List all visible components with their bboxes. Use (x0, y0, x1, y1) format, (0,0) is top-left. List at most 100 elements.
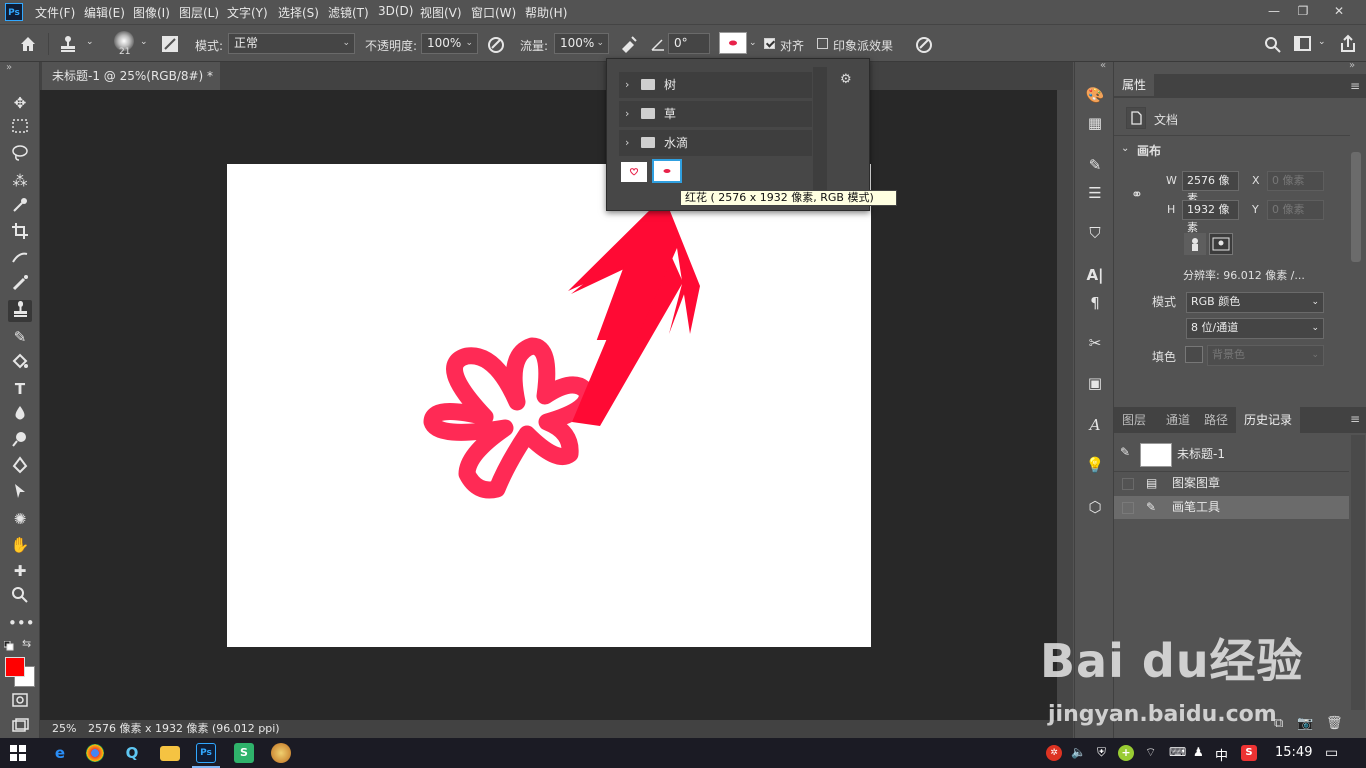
notification-tray-icon[interactable]: ♟ (1193, 745, 1204, 759)
windows-start-icon[interactable] (10, 745, 26, 761)
collapse-tools-icon[interactable]: » (6, 62, 12, 73)
crop-tool-icon[interactable] (8, 222, 32, 244)
path-selection-tool-icon[interactable] (8, 482, 32, 504)
photoshop-taskbar-icon[interactable]: Ps (196, 743, 216, 763)
blur-tool-icon[interactable] (8, 404, 32, 426)
menu-window[interactable]: 窗口(W) (471, 4, 516, 21)
minimize-button[interactable]: — (1261, 2, 1287, 20)
history-step-brush[interactable]: ✎ 画笔工具 (1114, 496, 1349, 519)
security-tray-icon[interactable]: ⛨ (1097, 745, 1106, 760)
paint-bucket-tool-icon[interactable] (8, 352, 32, 374)
pattern-group-water-drop[interactable]: › 水滴 (619, 130, 812, 156)
menu-file[interactable]: 文件(F) (35, 4, 75, 21)
search-icon[interactable] (1263, 33, 1283, 55)
sogou-ime-icon[interactable]: S (1241, 745, 1257, 761)
workspace-icon[interactable] (1293, 33, 1313, 55)
zoom-level[interactable]: 25% (52, 720, 76, 738)
layer-comps-panel-icon[interactable]: ▣ (1084, 372, 1106, 394)
clone-stamp-tool-icon[interactable] (8, 300, 32, 322)
menu-view[interactable]: 视图(V) (420, 4, 462, 21)
wps-sheets-icon[interactable]: S (234, 743, 254, 763)
move-tool-icon[interactable]: ✥ (8, 92, 32, 114)
pressure-opacity-icon[interactable] (486, 33, 506, 55)
magic-wand-tool-icon[interactable]: ⁂ (8, 170, 32, 192)
app-icon[interactable] (271, 743, 291, 763)
glyphs-panel-icon[interactable]: A (1084, 414, 1106, 436)
fill-swatch[interactable] (1185, 346, 1203, 363)
workspace-chevron-icon[interactable]: ⌄ (1318, 37, 1326, 47)
menu-help[interactable]: 帮助(H) (525, 4, 567, 21)
update-tray-icon[interactable]: + (1118, 745, 1134, 761)
landscape-orientation-icon[interactable] (1209, 233, 1233, 255)
menu-edit[interactable]: 编辑(E) (84, 4, 125, 21)
type-tool-icon[interactable]: T (8, 378, 32, 400)
antivirus-tray-icon[interactable]: ✲ (1046, 745, 1062, 761)
home-icon[interactable] (18, 33, 38, 55)
paragraph-panel-icon[interactable]: ¶ (1084, 292, 1106, 314)
angle-input[interactable]: 0° (668, 33, 710, 54)
brush-tool-icon[interactable] (8, 274, 32, 296)
pattern-thumbnail-heart[interactable] (621, 162, 647, 182)
action-center-icon[interactable]: ▭ (1325, 745, 1338, 761)
share-icon[interactable] (1338, 33, 1358, 55)
custom-shape-tool-icon[interactable]: ✺ (8, 508, 32, 530)
link-icon[interactable]: ⚭ (1131, 187, 1143, 203)
wifi-icon[interactable]: ⌔ (1145, 745, 1156, 760)
screen-mode-icon[interactable] (8, 718, 32, 740)
chevron-down-icon[interactable]: ⌄ (86, 37, 94, 47)
collapse-right-icon[interactable]: » (1349, 60, 1355, 71)
stamp-preset-icon[interactable] (57, 33, 81, 55)
network-tray-icon[interactable]: ⌨ (1169, 745, 1186, 759)
ie-browser-icon[interactable]: e (50, 743, 70, 763)
airbrush-icon[interactable] (618, 33, 640, 55)
mode-select[interactable]: 正常 ⌄ (228, 33, 355, 54)
hand-tool-icon[interactable]: ✋ (8, 534, 32, 556)
camera-icon[interactable]: 📷 (1297, 716, 1313, 731)
pen-tool-icon[interactable] (8, 456, 32, 478)
history-step-pattern-stamp[interactable]: ▤ 图案图章 (1114, 472, 1349, 495)
pattern-group-grass[interactable]: › 草 (619, 101, 812, 127)
height-input[interactable]: 1932 像素 (1182, 200, 1239, 234)
trash-icon[interactable]: 🗑 (1326, 716, 1343, 731)
brush-chevron-icon[interactable]: ⌄ (140, 37, 148, 47)
opacity-input[interactable]: 100% ⌄ (421, 33, 478, 54)
brush-settings-icon[interactable] (160, 33, 180, 55)
character-panel-icon[interactable]: A| (1084, 264, 1106, 286)
restore-button[interactable]: ❐ (1290, 2, 1316, 20)
adjustments-panel-icon[interactable]: ☰ (1084, 182, 1106, 204)
document-tab[interactable]: 未标题-1 @ 25%(RGB/8#) * × (42, 62, 220, 111)
marquee-tool-icon[interactable] (8, 118, 32, 140)
history-menu-icon[interactable]: ≡ (1350, 412, 1360, 426)
history-scrollbar[interactable] (1351, 435, 1365, 710)
pattern-chevron-icon[interactable]: ⌄ (749, 38, 757, 48)
volume-icon[interactable]: 🔈 (1071, 745, 1086, 759)
foreground-color-swatch[interactable] (5, 657, 25, 677)
clone-source-panel-icon[interactable]: ⛉ (1084, 222, 1106, 244)
menu-3d[interactable]: 3D(D) (378, 4, 413, 18)
brush-settings-panel-icon[interactable]: ✎ (1084, 154, 1106, 176)
pattern-swatch[interactable] (719, 32, 747, 54)
3d-panel-icon[interactable]: ⬡ (1084, 496, 1106, 518)
swatches-panel-icon[interactable]: ▦ (1084, 112, 1106, 134)
menu-image[interactable]: 图像(I) (133, 4, 170, 21)
menu-filter[interactable]: 滤镜(T) (328, 4, 369, 21)
collapse-panels-icon[interactable]: « (1100, 60, 1106, 71)
quick-mask-icon[interactable] (8, 692, 32, 714)
impressionist-checkbox[interactable] (817, 38, 828, 49)
status-chevron-icon[interactable]: › (262, 720, 266, 738)
ime-indicator[interactable]: 中 (1215, 745, 1228, 764)
learn-panel-icon[interactable]: 💡 (1084, 454, 1106, 476)
pattern-thumbnail-red-flower[interactable] (652, 159, 682, 183)
gear-icon[interactable]: ⚙ (840, 72, 852, 87)
tab-history[interactable]: 历史记录 (1236, 407, 1301, 433)
canvas[interactable] (227, 164, 871, 647)
tab-properties[interactable]: 属性 (1114, 74, 1155, 96)
x-input[interactable]: 0 像素 (1267, 171, 1324, 191)
popup-scrollbar[interactable] (813, 67, 827, 191)
file-explorer-icon[interactable] (160, 746, 180, 761)
pattern-group-tree[interactable]: › 树 (619, 72, 812, 98)
default-colors-icon[interactable] (3, 640, 14, 651)
history-brush-tool-icon[interactable]: ✎ (8, 326, 32, 348)
clock[interactable]: 15:49 (1275, 745, 1312, 760)
properties-scrollbar[interactable] (1351, 152, 1361, 262)
